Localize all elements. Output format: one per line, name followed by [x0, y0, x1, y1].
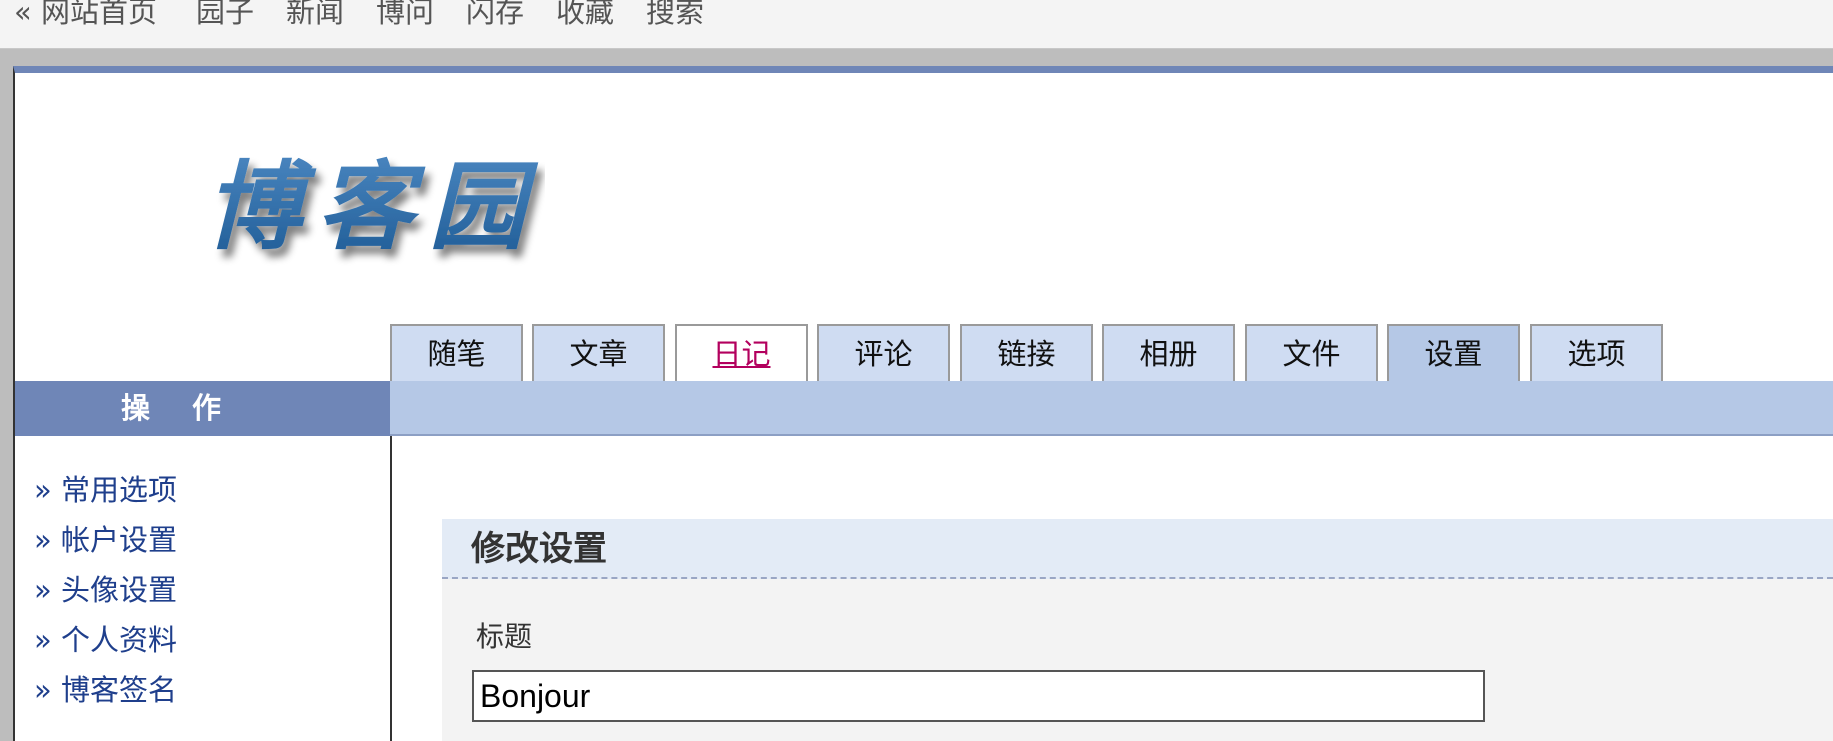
tab-files[interactable]: 文件: [1245, 324, 1378, 381]
tab-options[interactable]: 选项: [1530, 324, 1663, 381]
title-field-label: 标题: [476, 620, 533, 653]
content-header-bar: [390, 381, 1833, 436]
back-marker[interactable]: «: [14, 0, 32, 28]
tab-settings[interactable]: 设置: [1387, 324, 1520, 381]
tab-posts[interactable]: 随笔: [390, 324, 523, 381]
tab-albums[interactable]: 相册: [1102, 324, 1235, 381]
nav-link-ing[interactable]: 闪存: [466, 0, 524, 28]
nav-link-home[interactable]: 网站首页: [41, 0, 157, 28]
nav-link-news[interactable]: 新闻: [286, 0, 344, 28]
sidebar-item-general-options[interactable]: » 常用选项: [34, 470, 374, 520]
tab-articles[interactable]: 文章: [532, 324, 665, 381]
site-top-nav: « 网站首页 园子 新闻 博问 闪存 收藏 搜索: [0, 0, 1833, 49]
panel-header: 修改设置: [442, 519, 1833, 579]
sidebar-item-signature[interactable]: » 博客签名: [34, 670, 374, 720]
nav-link-q[interactable]: 博问: [376, 0, 434, 28]
cnblogs-logo[interactable]: 博客园: [205, 140, 545, 270]
tab-comments[interactable]: 评论: [817, 324, 950, 381]
sidebar-item-avatar-settings[interactable]: » 头像设置: [34, 570, 374, 620]
nav-link-favorites[interactable]: 收藏: [556, 0, 614, 28]
logo-text: 博客园: [205, 150, 541, 263]
sidebar-item-account-settings[interactable]: » 帐户设置: [34, 520, 374, 570]
nav-link-search[interactable]: 搜索: [646, 0, 704, 28]
panel-title: 修改设置: [471, 529, 607, 569]
operations-sidebar: » 常用选项 » 帐户设置 » 头像设置 » 个人资料 » 博客签名: [34, 470, 374, 720]
settings-panel: 修改设置 标题: [442, 519, 1833, 741]
operations-header: 操作: [15, 381, 390, 436]
tab-diary[interactable]: 日记: [675, 324, 808, 381]
tab-links[interactable]: 链接: [960, 324, 1093, 381]
column-divider: [390, 436, 392, 741]
nav-link-garden[interactable]: 园子: [196, 0, 254, 28]
sidebar-item-profile[interactable]: » 个人资料: [34, 620, 374, 670]
title-input[interactable]: [472, 670, 1485, 722]
